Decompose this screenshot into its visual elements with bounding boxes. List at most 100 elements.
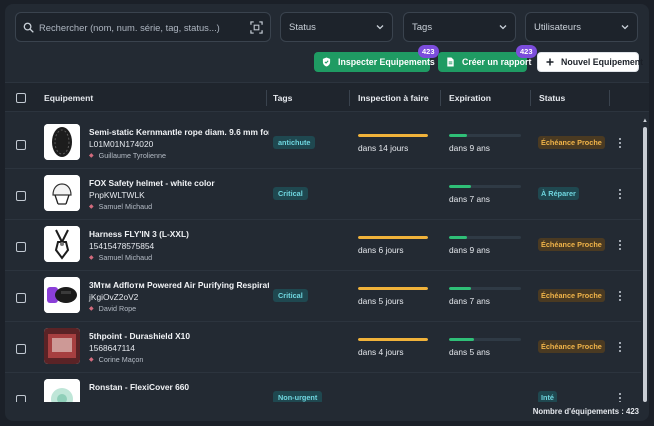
column-divider[interactable] [530,90,531,106]
row-menu-icon[interactable] [614,391,626,402]
table-row[interactable]: 5thpoint - Durashield X10 1568647114 ◆ Cori… [5,322,641,373]
equipment-name[interactable]: 5thpoint - Durashield X10 [89,331,269,341]
equipment-serial: PnpKWLTWLK [89,190,145,200]
table-row[interactable]: FOX Safety helmet - white color PnpKWLTWL… [5,169,641,220]
header-equipment[interactable]: Equipement [44,83,93,113]
row-menu-icon[interactable] [614,238,626,252]
user-pin-icon: ◆ [89,255,94,261]
row-checkbox[interactable] [16,344,26,354]
qr-scan-icon[interactable] [250,20,263,34]
equipment-thumbnail [44,175,80,211]
search-icon [23,22,34,33]
expiration-due: dans 9 ans [449,143,490,153]
table-row[interactable]: 3Mᴛᴍ Adfloᴛᴍ Powered Air Purifying Respi… [5,271,641,322]
header-expiration[interactable]: Expiration [449,83,491,113]
equipment-name[interactable]: Semi-static Kernmantle rope diam. 9.6 mm… [89,127,269,137]
expiration-due: dans 7 ans [449,296,490,306]
table-row[interactable]: Ronstan - FlexiCover 660 Non-urgent Inté [5,373,641,402]
column-divider[interactable] [349,90,350,106]
row-menu-icon[interactable] [614,340,626,354]
expiration-progress-bar [449,236,521,239]
scroll-up-icon[interactable]: ▲ [642,118,648,124]
equipment-name[interactable]: Ronstan - FlexiCover 660 [89,382,269,392]
equipment-name[interactable]: Harness FLY'IN 3 (L-XXL) [89,229,269,239]
header-status[interactable]: Status [539,83,565,113]
inspection-progress-bar [358,338,428,341]
tag-chip[interactable]: Critical [273,187,308,200]
equipment-thumbnail [44,226,80,262]
row-checkbox[interactable] [16,293,26,303]
tag-chip[interactable]: Critical [273,289,308,302]
expiration-progress-bar [449,338,521,341]
row-checkbox[interactable] [16,140,26,150]
search-placeholder: Rechercher (nom, num. série, tag, status… [39,21,220,33]
equipment-name[interactable]: FOX Safety helmet - white color [89,178,269,188]
equipment-thumbnail [44,328,80,364]
inspection-progress-bar [358,134,428,137]
column-divider[interactable] [609,90,610,106]
header-tags[interactable]: Tags [273,83,292,113]
chevron-down-icon [499,25,507,30]
chevron-down-icon [376,25,384,30]
scrollbar-thumb[interactable] [643,127,647,402]
tag-chip[interactable]: antichute [273,136,316,149]
user-pin-icon: ◆ [89,357,94,363]
equipment-owner: ◆ Corine Maçon [89,355,143,364]
owner-name: David Rope [98,304,137,313]
inspection-progress-bar [358,287,428,290]
search-input[interactable]: Rechercher (nom, num. série, tag, status… [15,12,271,42]
users-filter[interactable]: Utilisateurs [525,12,638,42]
equipment-thumbnail [44,379,80,402]
column-divider[interactable] [266,90,267,106]
status-badge: Échéance Proche [538,238,605,251]
user-pin-icon: ◆ [89,306,94,312]
inspect-count-badge: 423 [418,45,439,58]
equipment-serial: 15415478575854 [89,241,155,251]
row-checkbox[interactable] [16,395,26,402]
header-inspection[interactable]: Inspection à faire [358,83,429,113]
status-badge: Échéance Proche [538,289,605,302]
table-row[interactable]: Semi-static Kernmantle rope diam. 9.6 mm… [5,118,641,169]
equipment-table: Equipement Tags Inspection à faire Expir… [5,82,649,402]
row-checkbox[interactable] [16,191,26,201]
chevron-down-icon [621,25,629,30]
create-report-button[interactable]: Créer un rapport [438,52,531,72]
owner-name: Corine Maçon [98,355,144,364]
expiration-due: dans 9 ans [449,245,490,255]
row-menu-icon[interactable] [614,289,626,303]
inspection-due: dans 4 jours [358,347,404,357]
document-icon [446,57,455,67]
row-menu-icon[interactable] [614,136,626,150]
user-pin-icon: ◆ [89,153,94,159]
new-equipment-label: Nouvel Equipement [561,57,644,67]
equipment-serial: 1568647114 [89,343,135,353]
status-filter-label: Status [289,21,316,33]
table-header: Equipement Tags Inspection à faire Expir… [5,82,649,112]
new-equipment-button[interactable]: Nouvel Equipement [537,52,643,72]
table-row[interactable]: Harness FLY'IN 3 (L-XXL) 15415478575854 ◆ S… [5,220,641,271]
tags-filter-label: Tags [412,21,433,33]
user-pin-icon: ◆ [89,204,94,210]
expiration-progress-bar [449,185,521,188]
column-divider[interactable] [440,90,441,106]
equipment-count: Nombre d'équipements : 423 [532,407,639,416]
tag-chip[interactable]: Non-urgent [273,391,323,402]
scrollbar[interactable]: ▲ [641,118,649,402]
expiration-progress-bar [449,287,521,290]
inspect-equipment-button[interactable]: Inspecter Equipements [314,52,435,72]
row-menu-icon[interactable] [614,187,626,201]
equipment-name[interactable]: 3Mᴛᴍ Adfloᴛᴍ Powered Air Purifying Respi… [89,280,269,290]
plus-icon [546,58,554,66]
table-body: Semi-static Kernmantle rope diam. 9.6 mm… [5,118,649,402]
status-filter[interactable]: Status [280,12,393,42]
row-checkbox[interactable] [16,242,26,252]
select-all-checkbox[interactable] [16,83,26,113]
inspection-progress-bar [358,236,428,239]
shield-check-icon [322,57,331,67]
tags-filter[interactable]: Tags [403,12,516,42]
owner-name: Samuel Michaud [98,253,153,262]
equipment-thumbnail [44,124,80,160]
equipment-panel: Rechercher (nom, num. série, tag, status… [5,4,649,421]
equipment-serial: jKgiOvZ2oV2 [89,292,139,302]
expiration-due: dans 7 ans [449,194,490,204]
